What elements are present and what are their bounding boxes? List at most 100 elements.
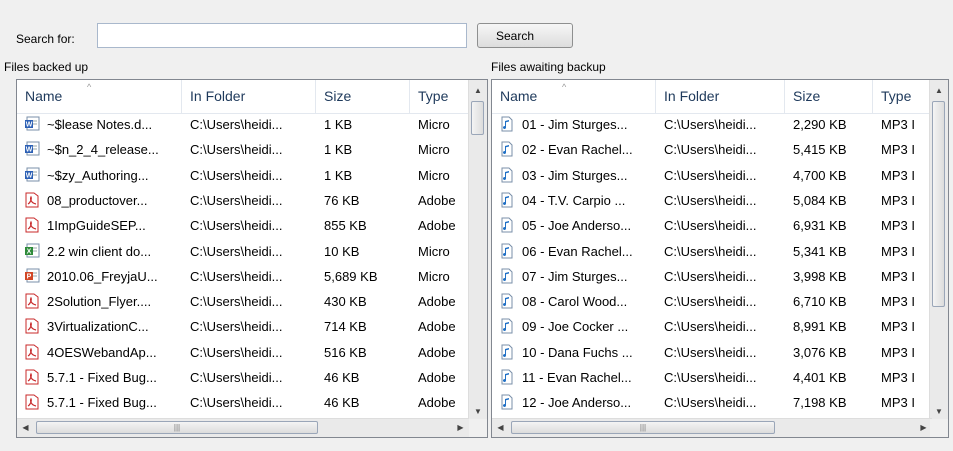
table-row[interactable]: 04 - T.V. Carpio ... C:\Users\heidi... 5,0… [492,190,932,211]
search-button[interactable]: Search [477,23,573,48]
scrollbar-thumb[interactable]: ||| [511,421,775,434]
audio-file-icon [499,167,515,183]
column-header-label: In Folder [190,88,246,104]
type-cell: MP3 I [881,395,915,411]
type-cell: MP3 I [881,294,915,310]
horizontal-scrollbar[interactable]: ◀ ||| ▶ [17,418,469,437]
type-cell: MP3 I [881,142,915,158]
table-row[interactable]: 05 - Joe Anderso... C:\Users\heidi... 6,93… [492,215,932,236]
column-header-size[interactable]: Size [316,80,410,113]
size-cell: 76 KB [324,192,360,208]
size-cell: 430 KB [324,294,367,310]
scrollbar-thumb[interactable]: ||| [36,421,318,434]
table-row[interactable]: 09 - Joe Cocker ... C:\Users\heidi... 8,99… [492,316,932,337]
files-awaiting-backup-list[interactable]: Name ^ In Folder Size Type 01 - Jim Stur… [491,79,949,438]
table-row[interactable]: 4OESWebandAp... C:\Users\heidi... 516 KB Ad… [17,342,469,363]
horizontal-scrollbar[interactable]: ◀ ||| ▶ [492,418,932,437]
in-folder-cell: C:\Users\heidi... [190,294,283,310]
size-cell: 3,076 KB [793,344,847,360]
column-header-in-folder[interactable]: In Folder [656,80,785,113]
scroll-left-icon[interactable]: ◀ [17,419,34,437]
type-cell: Adobe [418,344,456,360]
size-cell: 4,700 KB [793,167,847,183]
type-cell: Micro [418,243,450,259]
size-cell: 3,998 KB [793,268,847,284]
in-folder-cell: C:\Users\heidi... [190,218,283,234]
scroll-down-icon[interactable]: ▼ [930,403,948,420]
audio-file-icon [499,116,515,132]
table-row[interactable]: 01 - Jim Sturges... C:\Users\heidi... 2,29… [492,114,932,135]
file-name-cell: 06 - Evan Rachel... [522,243,633,259]
file-name-cell: 1ImpGuideSEP... [47,218,146,234]
sort-ascending-icon: ^ [87,82,92,92]
type-cell: MP3 I [881,218,915,234]
type-cell: MP3 I [881,192,915,208]
scrollbar-thumb[interactable] [932,101,945,307]
column-header-type[interactable]: Type [873,80,932,113]
size-cell: 46 KB [324,395,360,411]
column-header-label: Size [324,88,352,104]
column-header-type[interactable]: Type [410,80,469,113]
type-cell: MP3 I [881,243,915,259]
table-row[interactable]: 08_productover... C:\Users\heidi... 76 KB A… [17,190,469,211]
in-folder-cell: C:\Users\heidi... [664,370,757,385]
search-label: Search for: [16,32,75,46]
table-row[interactable]: 11 - Evan Rachel... C:\Users\heidi... 4,40… [492,367,932,388]
table-row[interactable]: 02 - Evan Rachel... C:\Users\heidi... 5,41… [492,139,932,160]
audio-file-icon [499,394,515,410]
table-row[interactable]: X 2.2 win client do... C:\Users\heidi... 10… [17,241,469,262]
scroll-down-icon[interactable]: ▼ [469,403,487,420]
files-backed-up-list[interactable]: Name ^ In Folder Size Type W ~$lease Note… [16,79,488,438]
table-row[interactable]: 03 - Jim Sturges... C:\Users\heidi... 4,70… [492,165,932,186]
file-name-cell: 04 - T.V. Carpio ... [522,192,626,208]
file-name-cell: 02 - Evan Rachel... [522,142,633,158]
in-folder-cell: C:\Users\heidi... [190,243,283,259]
in-folder-cell: C:\Users\heidi... [664,192,757,208]
table-row[interactable]: 3VirtualizationC... C:\Users\heidi... 714 … [17,316,469,337]
table-row[interactable]: 06 - Evan Rachel... C:\Users\heidi... 5,34… [492,241,932,262]
scrollbar-thumb[interactable] [471,101,484,135]
column-header-size[interactable]: Size [785,80,873,113]
size-cell: 46 KB [324,370,360,385]
type-cell: Adobe [418,192,456,208]
audio-file-icon [499,318,515,334]
in-folder-cell: C:\Users\heidi... [190,142,283,158]
table-row[interactable]: 12 - Joe Anderso... C:\Users\heidi... 7,19… [492,392,932,413]
in-folder-cell: C:\Users\heidi... [664,117,757,132]
table-row[interactable]: 07 - Jim Sturges... C:\Users\heidi... 3,99… [492,266,932,287]
column-header-in-folder[interactable]: In Folder [182,80,316,113]
svg-text:W: W [26,122,33,129]
table-row[interactable]: P 2010.06_FreyjaU... C:\Users\heidi... 5,68… [17,266,469,287]
table-row[interactable]: 1ImpGuideSEP... C:\Users\heidi... 855 KB Ad… [17,215,469,236]
size-cell: 7,198 KB [793,395,847,411]
type-cell: Micro [418,167,450,183]
audio-file-icon [499,192,515,208]
table-row[interactable]: 5.7.1 - Fixed Bug... C:\Users\heidi... 46 … [17,392,469,413]
vertical-scrollbar[interactable]: ▲ ▼ [468,80,487,420]
table-row[interactable]: W ~$zy_Authoring... C:\Users\heidi... 1 KB M… [17,165,469,186]
column-header-name[interactable]: Name ^ [492,80,656,113]
table-row[interactable]: 5.7.1 - Fixed Bug... C:\Users\heidi... 46 … [17,367,469,388]
file-name-cell: ~$zy_Authoring... [47,167,149,183]
size-cell: 1 KB [324,167,353,183]
size-cell: 6,710 KB [793,294,847,310]
scroll-up-icon[interactable]: ▲ [469,82,487,99]
type-cell: MP3 I [881,268,915,284]
table-row[interactable]: W ~$n_2_4_release... C:\Users\heidi... 1 KB… [17,139,469,160]
table-row[interactable]: 10 - Dana Fuchs ... C:\Users\heidi... 3,07… [492,342,932,363]
vertical-scrollbar[interactable]: ▲ ▼ [929,80,948,420]
in-folder-cell: C:\Users\heidi... [190,192,283,208]
scroll-left-icon[interactable]: ◀ [492,419,509,437]
in-folder-cell: C:\Users\heidi... [190,344,283,360]
scroll-up-icon[interactable]: ▲ [930,82,948,99]
table-row[interactable]: 08 - Carol Wood... C:\Users\heidi... 6,710… [492,291,932,312]
scroll-right-icon[interactable]: ▶ [452,419,469,437]
type-cell: Micro [418,142,450,158]
table-row[interactable]: W ~$lease Notes.d... C:\Users\heidi... 1 KB… [17,114,469,135]
size-cell: 5,689 KB [324,268,378,284]
table-row[interactable]: 2Solution_Flyer.... C:\Users\heidi... 430 … [17,291,469,312]
column-header-name[interactable]: Name ^ [17,80,182,113]
in-folder-cell: C:\Users\heidi... [664,294,757,310]
scrollbar-corner [469,419,487,437]
search-input[interactable] [97,23,467,48]
